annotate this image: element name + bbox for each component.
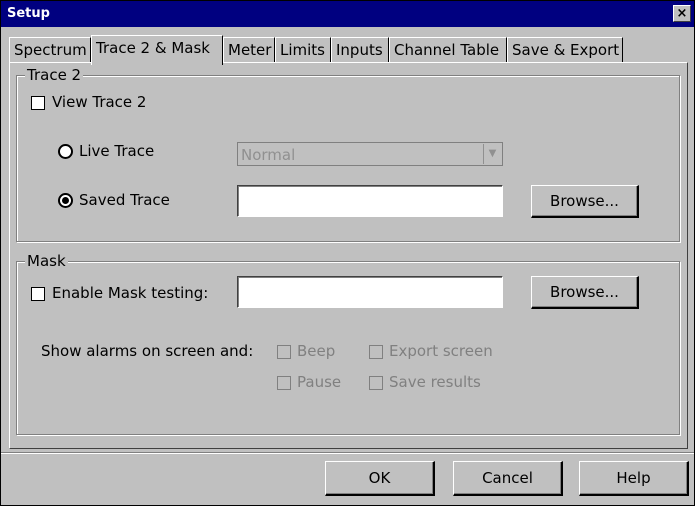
tab-label: Channel Table xyxy=(394,41,500,59)
ok-label: OK xyxy=(368,469,391,487)
help-label: Help xyxy=(616,469,651,487)
window-title: Setup xyxy=(7,6,50,21)
mask-group-label: Mask xyxy=(25,252,68,270)
chevron-down-icon: ▼ xyxy=(483,144,501,164)
tab-channel-table[interactable]: Channel Table xyxy=(389,37,507,63)
close-button[interactable]: × xyxy=(673,5,691,22)
save-results-label: Save results xyxy=(389,373,481,391)
enable-mask-checkbox[interactable] xyxy=(31,287,45,301)
live-trace-label: Live Trace xyxy=(79,142,155,160)
tab-inputs[interactable]: Inputs xyxy=(331,37,389,63)
trace2-group-label: Trace 2 xyxy=(25,66,84,84)
tab-trace2-mask[interactable]: Trace 2 & Mask xyxy=(91,35,223,65)
cancel-button[interactable]: Cancel xyxy=(453,461,563,496)
tab-limits[interactable]: Limits xyxy=(275,37,331,63)
beep-checkbox[interactable] xyxy=(277,345,291,359)
saved-trace-label: Saved Trace xyxy=(79,191,170,209)
save-results-checkbox[interactable] xyxy=(369,376,383,390)
view-trace2-checkbox[interactable] xyxy=(31,96,45,110)
export-screen-checkbox[interactable] xyxy=(369,345,383,359)
tab-label: Save & Export xyxy=(512,41,620,59)
tab-label: Inputs xyxy=(336,41,383,59)
mask-browse-button[interactable]: Browse... xyxy=(531,276,639,309)
tab-label: Meter xyxy=(228,41,272,59)
trace2-browse-button[interactable]: Browse... xyxy=(531,185,639,218)
help-button[interactable]: Help xyxy=(579,461,689,496)
saved-trace-radio[interactable] xyxy=(58,193,73,208)
cancel-label: Cancel xyxy=(482,469,533,487)
tab-save-export[interactable]: Save & Export xyxy=(507,37,623,63)
tab-meter[interactable]: Meter xyxy=(223,37,275,63)
live-trace-mode-value: Normal xyxy=(241,146,296,164)
browse-label: Browse... xyxy=(550,283,619,301)
tab-label: Limits xyxy=(280,41,325,59)
enable-mask-label: Enable Mask testing: xyxy=(52,284,209,302)
ok-button[interactable]: OK xyxy=(325,461,435,496)
pause-label: Pause xyxy=(297,373,342,391)
title-bar: Setup × xyxy=(1,1,694,27)
tab-label: Spectrum xyxy=(14,41,87,59)
view-trace2-label: View Trace 2 xyxy=(52,93,147,111)
tab-label: Trace 2 & Mask xyxy=(96,39,210,57)
tab-spectrum[interactable]: Spectrum xyxy=(9,37,91,63)
pause-checkbox[interactable] xyxy=(277,376,291,390)
browse-label: Browse... xyxy=(550,192,619,210)
footer-divider xyxy=(1,452,694,454)
beep-label: Beep xyxy=(297,342,336,360)
setup-dialog: Setup × Spectrum Trace 2 & Mask Meter Li… xyxy=(0,0,695,506)
mask-path-input[interactable] xyxy=(237,276,503,308)
live-trace-radio[interactable] xyxy=(58,144,73,159)
alarms-label: Show alarms on screen and: xyxy=(41,342,254,360)
close-icon: × xyxy=(676,6,688,21)
export-screen-label: Export screen xyxy=(389,342,493,360)
live-trace-mode-select[interactable]: Normal ▼ xyxy=(237,142,503,166)
saved-trace-path-input[interactable] xyxy=(237,185,503,217)
mask-group: Mask Enable Mask testing: Browse... Show… xyxy=(16,252,680,435)
trace2-group: Trace 2 View Trace 2 Live Trace Normal ▼… xyxy=(16,66,680,242)
tab-panel: Trace 2 View Trace 2 Live Trace Normal ▼… xyxy=(9,62,688,449)
